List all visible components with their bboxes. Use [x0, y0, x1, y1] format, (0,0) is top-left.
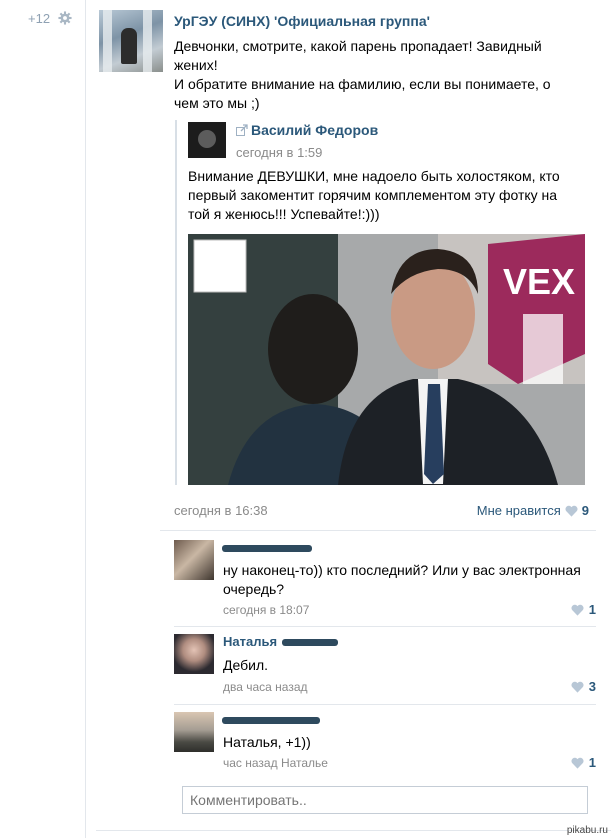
heart-icon — [571, 681, 584, 693]
comment-time[interactable]: два часа назад — [223, 680, 308, 694]
redacted-name-bar — [282, 639, 338, 646]
comment-item: ну наконец-то)) кто последний? Или у вас… — [174, 540, 596, 620]
post-rating: +12 — [28, 11, 51, 26]
heart-icon — [571, 757, 584, 769]
divider — [160, 530, 596, 531]
repost-arrow-icon — [236, 124, 248, 136]
like-label: Мне нравится — [476, 503, 561, 518]
repost-text-line: Внимание ДЕВУШКИ, мне надоело быть холос… — [188, 168, 560, 184]
repost-author-avatar[interactable] — [188, 122, 226, 158]
repost-text-line: той я женюсь!!! Успевайте!:))) — [188, 206, 380, 222]
comment-text: ну наконец-то)) кто последний? Или у вас… — [223, 562, 581, 597]
watermark: pikabu.ru — [566, 825, 608, 836]
comment-time[interactable]: сегодня в 18:07 — [223, 603, 309, 617]
comment-avatar[interactable] — [174, 634, 214, 674]
repost-time[interactable]: сегодня в 1:59 — [236, 145, 322, 160]
photo-sign-text: VEX — [503, 261, 575, 302]
post-text-line: Девчонки, смотрите, какой парень пропада… — [174, 38, 542, 54]
repost-photo[interactable]: VEX — [188, 234, 585, 485]
comment-item: Наталья Дебил. два часа назад 3 — [174, 634, 596, 696]
comment-like-count: 1 — [588, 602, 596, 617]
comment-avatar[interactable] — [174, 712, 214, 752]
heart-icon — [565, 505, 578, 517]
like-count: 9 — [581, 503, 589, 518]
post-text-line: жених! — [174, 57, 218, 73]
comment-avatar[interactable] — [174, 540, 214, 580]
repost-author-link[interactable]: Василий Федоров — [251, 122, 378, 138]
post-rating-rail: +12 — [0, 0, 86, 838]
repost-text: Внимание ДЕВУШКИ, мне надоело быть холос… — [188, 167, 588, 224]
divider — [174, 704, 596, 705]
redacted-name-bar — [222, 717, 320, 724]
comment-input[interactable] — [182, 786, 588, 814]
comment-time[interactable]: час назад Наталье — [223, 756, 328, 770]
heart-icon — [571, 604, 584, 616]
post-text-line: чем это мы ;) — [174, 95, 260, 111]
divider — [174, 626, 596, 627]
comment-text: Наталья, +1)) — [223, 734, 311, 750]
comment-like-count: 3 — [588, 679, 596, 694]
divider — [96, 830, 611, 831]
comment-text: Дебил. — [223, 657, 269, 673]
post-like-button[interactable]: Мне нравится 9 — [477, 503, 589, 518]
repost-text-line: первый закоментит горячим комплементом э… — [188, 187, 558, 203]
redacted-name-bar — [222, 545, 312, 552]
post-text-line: И обратите внимание на фамилию, если вы … — [174, 76, 551, 92]
repost-block: Василий Федоров сегодня в 1:59 Внимание … — [175, 120, 595, 485]
comment-like-button[interactable]: 1 — [571, 755, 596, 770]
comment-like-button[interactable]: 1 — [571, 602, 596, 617]
comment-like-button[interactable]: 3 — [571, 679, 596, 694]
group-avatar[interactable] — [99, 10, 163, 72]
comment-author-link[interactable]: Наталья — [223, 634, 277, 649]
post-text: Девчонки, смотрите, какой парень пропада… — [174, 37, 574, 113]
comment-like-count: 1 — [588, 755, 596, 770]
post-author-link[interactable]: УрГЭУ (СИНХ) 'Официальная группа' — [174, 13, 430, 29]
post-time[interactable]: сегодня в 16:38 — [174, 503, 268, 518]
gear-icon[interactable] — [58, 11, 72, 25]
comment-item: Наталья, +1)) час назад Наталье 1 — [174, 712, 596, 772]
